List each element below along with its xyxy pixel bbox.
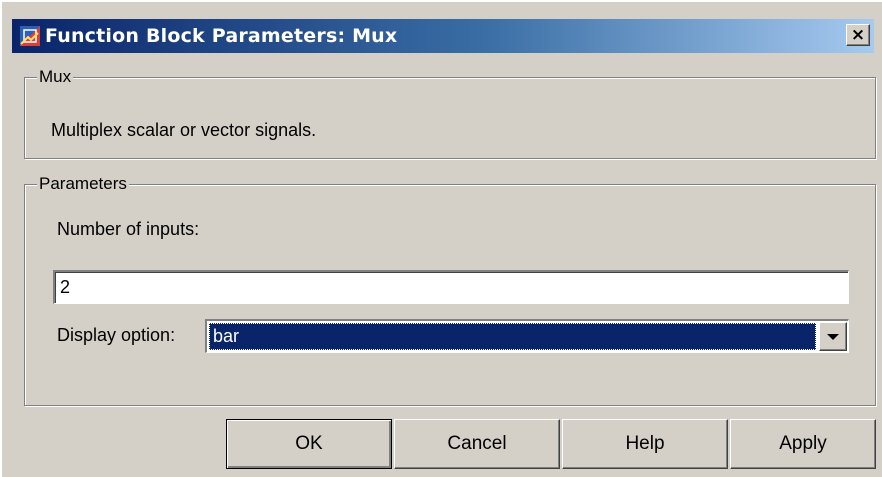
close-button[interactable]: ×	[846, 24, 870, 46]
dialog-window: Function Block Parameters: Mux × Mux Mul…	[0, 0, 882, 477]
close-icon: ×	[850, 24, 866, 45]
display-option-label: Display option:	[57, 325, 176, 345]
ok-button[interactable]: OK	[226, 419, 392, 469]
cancel-button[interactable]: Cancel	[394, 419, 560, 469]
simulink-block-icon	[19, 25, 41, 47]
display-option-value: bar	[209, 323, 816, 350]
parameters-group: Parameters Number of inputs: 2 Display o…	[24, 174, 876, 406]
number-of-inputs-label: Number of inputs:	[57, 219, 200, 239]
apply-button[interactable]: Apply	[730, 419, 876, 469]
title-bar[interactable]: Function Block Parameters: Mux ×	[12, 19, 874, 53]
help-button[interactable]: Help	[562, 419, 728, 469]
parameters-group-legend: Parameters	[37, 174, 129, 194]
window-title: Function Block Parameters: Mux	[45, 25, 398, 47]
number-of-inputs-input[interactable]: 2	[53, 270, 849, 304]
dropdown-button[interactable]	[819, 322, 847, 351]
mux-group-legend: Mux	[37, 67, 74, 87]
chevron-down-icon	[827, 333, 839, 340]
display-option-select[interactable]: bar	[205, 319, 849, 353]
block-description: Multiplex scalar or vector signals.	[51, 120, 317, 140]
mux-description-group: Mux Multiplex scalar or vector signals.	[24, 67, 876, 159]
